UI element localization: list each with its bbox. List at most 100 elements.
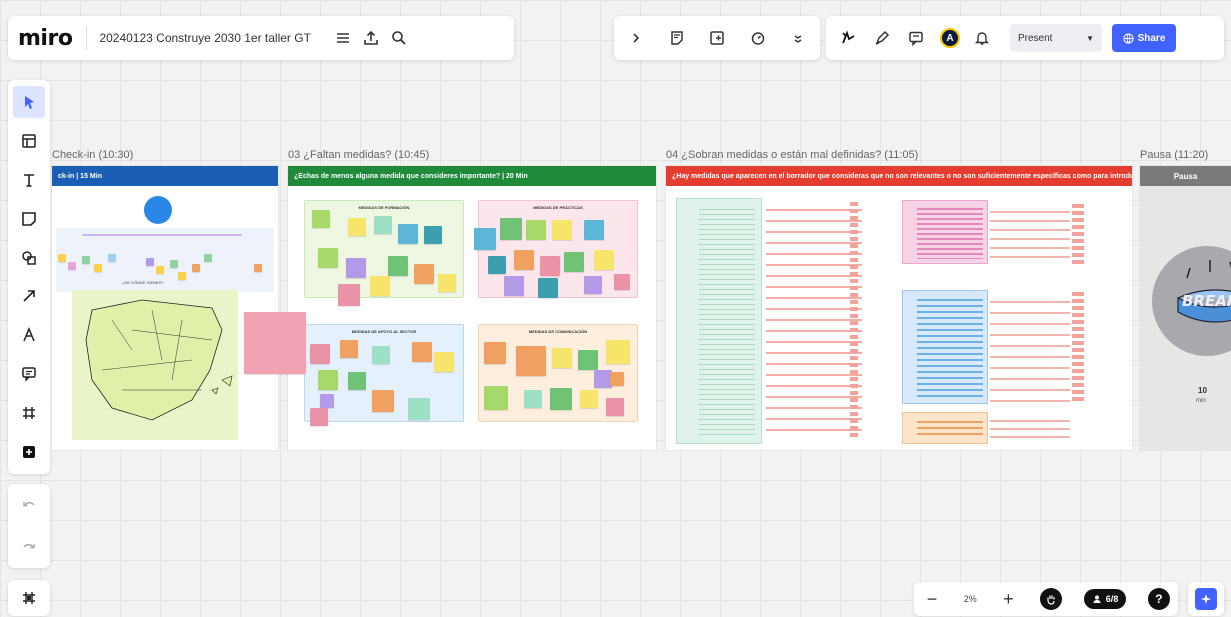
search-icon[interactable] (385, 24, 413, 52)
board-title[interactable]: 20240123 Construye 2030 1er taller GT (99, 31, 310, 45)
undo-icon[interactable] (13, 489, 45, 521)
sticky-note (578, 350, 598, 370)
frame-header-pausa: Pausa (1140, 166, 1231, 186)
miro-logo[interactable]: miro (18, 26, 73, 51)
pen-icon[interactable] (868, 24, 896, 52)
chevron-right-icon[interactable] (622, 24, 650, 52)
table-stripes (917, 417, 983, 439)
subframe-title: MEDIDAS DE COMUNICACIÓN (528, 329, 588, 334)
table-stripes (917, 205, 983, 259)
frame-check-in[interactable]: ck-in | 15 Min ¿DE DÓNDE VIENES? (52, 166, 278, 450)
frame-icon[interactable] (13, 397, 45, 429)
share-button[interactable]: Share (1112, 24, 1176, 52)
subframe-title: MEDIDAS DE PRÁCTICAS (533, 205, 583, 210)
sticky-note (178, 272, 186, 280)
subframe-title: MEDIDAS DE APOYO AL SECTOR (351, 329, 417, 334)
frame-label-faltan[interactable]: 03 ¿Faltan medidas? (10:45) (288, 149, 429, 161)
sticky-note (340, 340, 358, 358)
reactions-icon[interactable] (834, 24, 862, 52)
sticky-note (606, 398, 624, 416)
chevron-down-icon[interactable]: ▼ (1086, 34, 1094, 43)
frame-header-check-in: ck-in | 15 Min (52, 166, 278, 186)
table-stripes (699, 205, 755, 437)
decorative-line (82, 234, 242, 236)
comment-tool-icon[interactable] (13, 358, 45, 390)
break-unit: min (1196, 398, 1206, 404)
card-icon[interactable] (703, 24, 731, 52)
board-header: miro 20240123 Construye 2030 1er taller … (8, 16, 514, 60)
sticky-note (310, 408, 328, 426)
sticky-note (488, 256, 506, 274)
divider (86, 26, 88, 50)
comments-column (766, 200, 862, 440)
comment-icon[interactable] (902, 24, 930, 52)
shapes-icon[interactable] (13, 242, 45, 274)
frame-header-sobran: ¿Hay medidas que aparecen en el borrador… (666, 166, 1132, 186)
sticky-note-icon[interactable] (663, 24, 691, 52)
globe-icon (1122, 32, 1134, 44)
frames-toggle[interactable] (8, 580, 50, 616)
table-stripes (917, 295, 983, 399)
sticky-note (310, 344, 330, 364)
sticky-note (594, 250, 614, 270)
sticky-note (474, 228, 496, 250)
frame-label-pausa[interactable]: Pausa (11:20) (1140, 149, 1208, 161)
frame-sobran[interactable]: ¿Hay medidas que aparecen en el borrador… (666, 166, 1132, 450)
frame-faltan[interactable]: ¿Echas de menos alguna medida que consid… (288, 166, 656, 450)
measures-table-green (676, 198, 762, 444)
upload-icon[interactable] (357, 24, 385, 52)
menu-icon[interactable] (329, 24, 357, 52)
zoom-level[interactable]: 2% (964, 594, 977, 604)
zoom-in-icon[interactable]: + (998, 589, 1018, 610)
sticky-note (146, 258, 154, 266)
apps-icon[interactable] (13, 436, 45, 468)
sticky-note (504, 276, 524, 296)
avatar[interactable]: A (940, 28, 960, 48)
sticky-note (540, 256, 560, 276)
sticky-note (338, 284, 360, 306)
frame-label-check-in[interactable]: Check-in (10:30) (52, 149, 133, 161)
sticky-note (370, 276, 390, 296)
redo-icon[interactable] (13, 531, 45, 563)
hand-icon[interactable] (1040, 588, 1063, 610)
board-actions: A Present ▼ Share (826, 16, 1224, 60)
more-icon[interactable] (784, 24, 812, 52)
history-toolbar (8, 484, 50, 568)
pen-tool-icon[interactable] (13, 319, 45, 351)
zoom-out-icon[interactable]: − (922, 589, 942, 610)
timer-icon[interactable] (744, 24, 772, 52)
comments-column (1072, 292, 1084, 402)
select-icon[interactable] (13, 86, 45, 118)
sticky-note (538, 278, 558, 298)
sticky-icon[interactable] (13, 203, 45, 235)
sticky-note (348, 218, 366, 236)
sticky-note (584, 276, 602, 294)
sticky-note (170, 260, 178, 268)
measures-table-pink (902, 200, 988, 264)
zoom-controls: − 2% + 6/8 ? (914, 582, 1178, 616)
present-button[interactable]: Present ▼ (1010, 24, 1102, 52)
sticky-note (312, 210, 330, 228)
sticky-note (318, 370, 338, 390)
text-icon[interactable] (13, 164, 45, 196)
help-icon[interactable]: ? (1147, 588, 1170, 610)
sticky-note (412, 342, 432, 362)
break-word: BREAK (1182, 292, 1231, 310)
bell-icon[interactable] (968, 24, 996, 52)
sticky-note (68, 262, 76, 270)
comments-column (850, 202, 858, 438)
sticky-note (580, 390, 598, 408)
participants-pill[interactable]: 6/8 (1083, 589, 1127, 609)
frames-list-icon[interactable] (13, 582, 45, 614)
sticky-note (372, 390, 394, 412)
templates-icon[interactable] (13, 125, 45, 157)
sticky-note (564, 252, 584, 272)
arrow-icon[interactable] (13, 280, 45, 312)
ai-assist-icon[interactable] (1195, 588, 1217, 610)
emblem-icon (144, 196, 172, 224)
sticky-note (484, 342, 506, 364)
sticky-note (318, 248, 338, 268)
pink-sticky-note[interactable] (244, 312, 306, 374)
frame-label-sobran[interactable]: 04 ¿Sobran medidas o están mal definidas… (666, 149, 918, 161)
frame-pausa[interactable]: Pausa BREAK 10 min (1140, 166, 1231, 450)
